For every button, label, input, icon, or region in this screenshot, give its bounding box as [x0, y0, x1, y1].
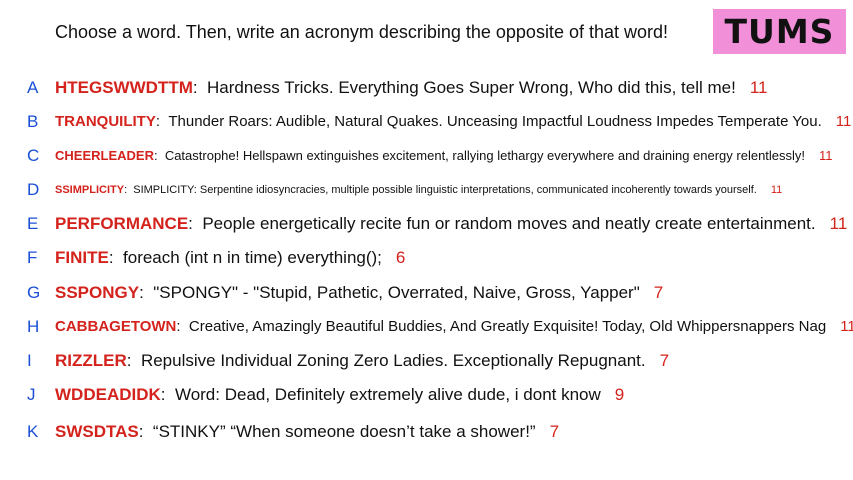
- entry-separator: :: [153, 148, 165, 163]
- entry-score: 11: [749, 78, 768, 97]
- entry-separator: :: [160, 385, 175, 404]
- entry-separator: :: [124, 184, 134, 196]
- entry-separator: :: [188, 214, 203, 233]
- entry-word: TRANQUILITY: [55, 113, 156, 130]
- entry-content: HTEGSWWDTTM: Hardness Tricks. Everything…: [55, 76, 767, 100]
- entry-content: RIZZLER: Repulsive Individual Zoning Zer…: [55, 349, 669, 373]
- entry-row: F FINITE: foreach (int n in time) everyth…: [0, 246, 853, 270]
- entry-word: PERFORMANCE: [55, 214, 189, 233]
- entry-acronym: People energetically recite fun or rando…: [202, 214, 816, 233]
- entry-content: TRANQUILITY: Thunder Roars: Audible, Nat…: [55, 110, 851, 134]
- entry-row: J WDDEADIDK: Word: Dead, Definitely extre…: [0, 383, 853, 407]
- entry-separator: :: [155, 113, 169, 130]
- entry-word: SSIMPLICITY: [55, 184, 125, 196]
- entry-word: FINITE: [55, 248, 109, 267]
- entry-letter: F: [27, 248, 38, 267]
- entry-score: 7: [659, 351, 670, 370]
- entry-row: D SSIMPLICITY: SIMPLICITY: Serpentine idi…: [0, 178, 853, 202]
- entry-letter: C: [27, 146, 40, 165]
- entry-letter: H: [27, 317, 40, 336]
- entry-letter: E: [27, 214, 39, 233]
- entry-row: I RIZZLER: Repulsive Individual Zoning Ze…: [0, 349, 853, 373]
- entry-content: PERFORMANCE: People energetically recite…: [55, 212, 847, 236]
- team-name-badge: TUMS: [713, 9, 846, 54]
- entry-score: 11: [819, 148, 833, 163]
- entry-score: 11: [829, 214, 848, 233]
- entry-letter: A: [27, 78, 39, 97]
- prompt-text: Choose a word. Then, write an acronym de…: [55, 22, 669, 42]
- entry-acronym: Creative, Amazingly Beautiful Buddies, A…: [188, 318, 827, 335]
- entry-score: 11: [770, 184, 783, 196]
- entry-separator: :: [192, 78, 208, 97]
- entry-content: CHEERLEADER: Catastrophe! Hellspawn exti…: [55, 144, 833, 168]
- entry-score: 7: [653, 283, 664, 302]
- entry-letter: B: [27, 112, 39, 131]
- entry-letter: K: [27, 422, 39, 441]
- entry-word: HTEGSWWDTTM: [55, 78, 193, 97]
- entry-content: SSPONGY: "SPONGY" - "Stupid, Pathetic, O…: [55, 281, 663, 305]
- entry-letter: I: [27, 351, 32, 370]
- entry-letter: G: [27, 283, 41, 302]
- entry-row: C CHEERLEADER: Catastrophe! Hellspawn ext…: [0, 144, 853, 168]
- entry-word: RIZZLER: [55, 351, 127, 370]
- entry-score: 7: [549, 422, 560, 441]
- entry-row: G SSPONGY: "SPONGY" - "Stupid, Pathetic, …: [0, 281, 853, 305]
- entry-acronym: “STINKY” “When someone doesn’t take a sh…: [152, 422, 536, 441]
- entry-acronym: Word: Dead, Definitely extremely alive d…: [174, 385, 601, 404]
- entry-score: 11: [835, 113, 852, 130]
- entry-word: SWSDTAS: [55, 422, 139, 441]
- entry-letter: J: [27, 385, 36, 404]
- entry-content: FINITE: foreach (int n in time) everythi…: [55, 246, 405, 270]
- entry-separator: :: [126, 351, 141, 370]
- entry-acronym: Catastrophe! Hellspawn extinguishes exci…: [164, 148, 806, 163]
- entry-letter: D: [27, 180, 40, 199]
- entry-separator: :: [108, 248, 124, 267]
- entry-row: H CABBAGETOWN: Creative, Amazingly Beauti…: [0, 315, 853, 339]
- entry-score: 6: [395, 248, 406, 267]
- entry-content: CABBAGETOWN: Creative, Amazingly Beautif…: [55, 315, 853, 339]
- entry-acronym: foreach (int n in time) everything();: [123, 248, 382, 267]
- entry-score: 9: [614, 385, 625, 404]
- entry-content: WDDEADIDK: Word: Dead, Definitely extrem…: [55, 383, 624, 407]
- entry-acronym: "SPONGY" - "Stupid, Pathetic, Overrated,…: [153, 283, 640, 302]
- entry-row: K SWSDTAS: “STINKY” “When someone doesn’t…: [0, 420, 853, 444]
- entry-acronym: SIMPLICITY: Serpentine idiosyncracies, m…: [133, 184, 757, 196]
- entry-separator: :: [176, 318, 189, 335]
- entry-acronym: Hardness Tricks. Everything Goes Super W…: [207, 78, 736, 97]
- entry-acronym: Repulsive Individual Zoning Zero Ladies.…: [140, 351, 646, 370]
- entry-word: CABBAGETOWN: [55, 318, 177, 335]
- entry-row: E PERFORMANCE: People energetically recit…: [0, 212, 853, 236]
- entry-separator: :: [138, 422, 153, 441]
- entry-word: SSPONGY: [55, 283, 140, 302]
- entry-content: SSIMPLICITY: SIMPLICITY: Serpentine idio…: [55, 178, 782, 202]
- entry-separator: :: [139, 283, 154, 302]
- entry-content: SWSDTAS: “STINKY” “When someone doesn’t …: [55, 420, 559, 444]
- entry-score: 11: [840, 318, 853, 335]
- entry-row: A HTEGSWWDTTM: Hardness Tricks. Everythin…: [0, 76, 853, 100]
- entry-word: CHEERLEADER: [55, 148, 154, 163]
- entry-row: B TRANQUILITY: Thunder Roars: Audible, Na…: [0, 110, 853, 134]
- entry-acronym: Thunder Roars: Audible, Natural Quakes. …: [168, 113, 822, 130]
- entry-word: WDDEADIDK: [55, 385, 161, 404]
